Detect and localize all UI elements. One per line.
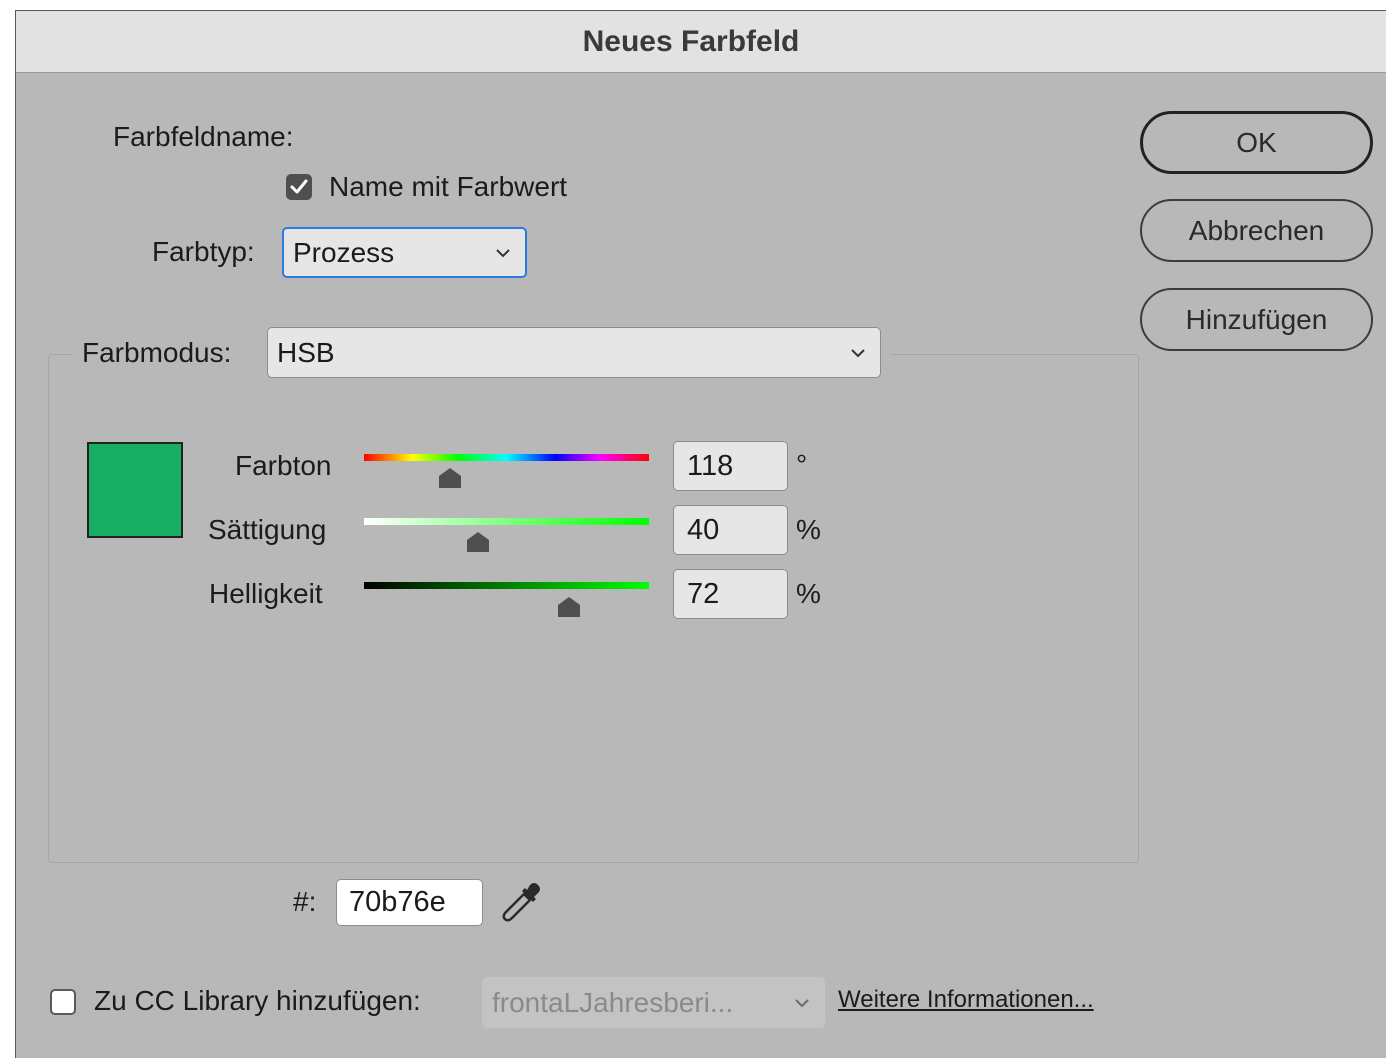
brightness-input[interactable]: 72 — [673, 569, 788, 619]
brightness-slider-thumb[interactable] — [558, 597, 581, 617]
hue-label: Farbton — [235, 450, 332, 481]
saturation-unit: % — [796, 514, 821, 545]
name-with-value-label: Name mit Farbwert — [329, 171, 568, 202]
add-button[interactable]: Hinzufügen — [1140, 288, 1373, 351]
name-with-value-checkbox[interactable] — [286, 174, 312, 200]
brightness-value: 72 — [687, 577, 720, 610]
new-swatch-dialog: Neues Farbfeld Farbfeldname: Name mit Fa… — [15, 10, 1386, 1058]
hue-slider-thumb[interactable] — [438, 468, 461, 488]
color-mode-value: HSB — [277, 336, 335, 368]
hex-label: #: — [293, 886, 317, 917]
color-preview-swatch — [87, 442, 183, 538]
chevron-down-icon — [851, 348, 865, 357]
hue-input[interactable]: 118 — [673, 441, 788, 491]
checkmark-icon — [290, 179, 308, 194]
chevron-down-icon — [496, 248, 510, 257]
ok-button[interactable]: OK — [1140, 111, 1373, 174]
cc-library-checkbox[interactable] — [50, 989, 76, 1015]
saturation-label: Sättigung — [208, 514, 327, 545]
eyedropper-icon[interactable] — [500, 880, 544, 924]
hue-slider[interactable] — [364, 454, 649, 461]
swatch-name-label: Farbfeldname: — [113, 121, 294, 152]
color-type-label: Farbtyp: — [152, 236, 255, 267]
hex-input[interactable]: 70b76e — [336, 879, 483, 926]
color-type-select[interactable]: Prozess — [282, 227, 527, 278]
cancel-button[interactable]: Abbrechen — [1140, 199, 1373, 262]
cc-library-value: frontaLJahresberi... — [492, 986, 734, 1018]
dialog-title: Neues Farbfeld — [582, 24, 800, 58]
hue-value: 118 — [687, 449, 734, 482]
brightness-unit: % — [796, 578, 821, 609]
hex-value: 70b76e — [349, 886, 446, 918]
title-bar[interactable]: Neues Farbfeld — [16, 11, 1386, 73]
saturation-slider-thumb[interactable] — [467, 532, 489, 552]
saturation-value: 40 — [687, 513, 720, 546]
color-mode-label: Farbmodus: — [82, 337, 232, 368]
cc-library-label: Zu CC Library hinzufügen: — [94, 985, 421, 1016]
hue-unit: ° — [796, 449, 808, 480]
saturation-slider[interactable] — [364, 518, 649, 525]
saturation-input[interactable]: 40 — [673, 505, 788, 555]
color-type-value: Prozess — [293, 236, 395, 268]
brightness-label: Helligkeit — [209, 578, 323, 609]
more-info-link[interactable]: Weitere Informationen... — [838, 986, 1094, 1014]
chevron-down-icon — [795, 998, 809, 1007]
brightness-slider[interactable] — [364, 582, 649, 589]
color-mode-select[interactable]: HSB — [267, 327, 881, 378]
cc-library-select[interactable]: frontaLJahresberi... — [482, 977, 825, 1028]
